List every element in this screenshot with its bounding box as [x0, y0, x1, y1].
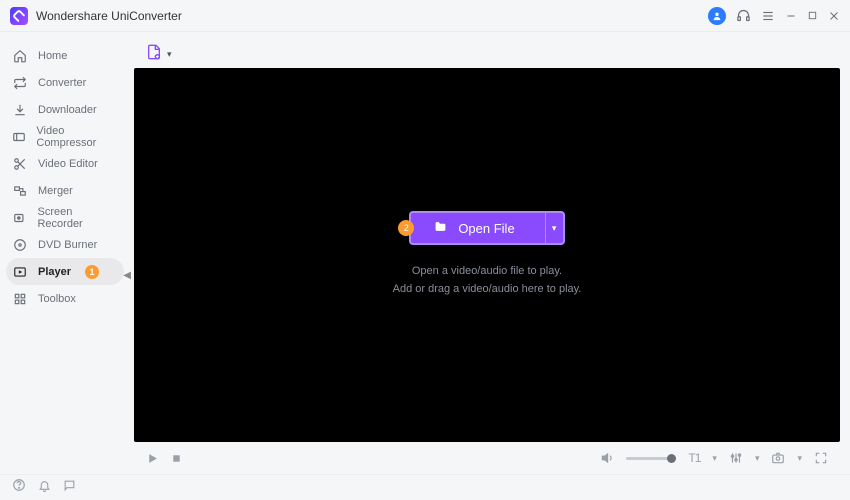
viewer-hint: Open a video/audio file to play. Add or …: [393, 263, 582, 298]
sidebar-item-home[interactable]: Home: [0, 42, 130, 69]
converter-icon: [12, 76, 28, 90]
statusbar: [0, 474, 850, 500]
sidebar-item-recorder[interactable]: Screen Recorder: [0, 204, 130, 231]
home-icon: [12, 49, 28, 63]
player-controls: T1 ▾ ▾ ▾: [134, 442, 840, 474]
merger-icon: [12, 184, 28, 198]
sidebar-item-editor[interactable]: Video Editor: [0, 150, 130, 177]
help-icon[interactable]: [12, 478, 26, 497]
sidebar-item-toolbox[interactable]: Toolbox: [0, 285, 130, 312]
maximize-button[interactable]: [807, 10, 818, 21]
headset-icon[interactable]: [736, 8, 751, 23]
step-marker: 2: [398, 220, 414, 236]
open-file-button-group: Open File ▾: [409, 211, 564, 245]
sidebar-item-compressor[interactable]: Video Compressor: [0, 123, 130, 150]
video-viewer[interactable]: 2 Open File ▾ Open a video/audio file to…: [134, 68, 840, 442]
minimize-button[interactable]: [785, 10, 797, 22]
chevron-down-icon[interactable]: ▾: [755, 453, 760, 464]
download-icon: [12, 103, 28, 117]
sidebar-item-label: Home: [38, 50, 67, 62]
sidebar-badge: 1: [85, 265, 99, 279]
sidebar-item-label: Toolbox: [38, 293, 76, 305]
hint-line: Add or drag a video/audio here to play.: [393, 281, 582, 299]
sidebar: Home Converter Downloader Video Compress…: [0, 32, 130, 474]
volume-slider[interactable]: [626, 457, 676, 460]
chevron-down-icon: ▾: [167, 49, 172, 60]
compressor-icon: [12, 130, 26, 144]
bell-icon[interactable]: [38, 479, 51, 497]
titlebar-actions: [708, 7, 840, 25]
feedback-icon[interactable]: [63, 479, 76, 497]
add-file-button[interactable]: ▾: [146, 43, 172, 66]
chevron-down-icon[interactable]: ▾: [797, 453, 802, 464]
toolbar: ▾: [134, 40, 840, 68]
app-title: Wondershare UniConverter: [36, 9, 708, 23]
open-file-dropdown[interactable]: ▾: [545, 213, 563, 243]
avatar-icon[interactable]: [708, 7, 726, 25]
audio-settings-button[interactable]: [729, 451, 743, 465]
titlebar: Wondershare UniConverter: [0, 0, 850, 32]
disc-icon: [12, 238, 28, 252]
app-logo-icon: [10, 7, 28, 25]
fullscreen-button[interactable]: [814, 451, 828, 465]
sidebar-item-label: Downloader: [38, 104, 97, 116]
sidebar-item-label: Screen Recorder: [37, 206, 118, 230]
main-area: ▾ 2 Open File ▾ Open a video/audio file …: [130, 32, 850, 474]
toolbox-icon: [12, 292, 28, 306]
sidebar-item-merger[interactable]: Merger: [0, 177, 130, 204]
add-document-icon: [146, 43, 162, 66]
sidebar-item-label: Video Editor: [38, 158, 98, 170]
open-file-button[interactable]: Open File: [411, 220, 544, 236]
snapshot-button[interactable]: [771, 451, 785, 465]
sidebar-item-label: Converter: [38, 77, 86, 89]
recorder-icon: [12, 211, 27, 225]
open-file-label: Open File: [458, 221, 514, 236]
sidebar-item-dvd[interactable]: DVD Burner: [0, 231, 130, 258]
sidebar-item-player[interactable]: Player 1: [6, 258, 124, 285]
subtitle-button[interactable]: T1: [688, 451, 700, 465]
folder-icon: [433, 220, 448, 236]
close-button[interactable]: [828, 10, 840, 22]
sidebar-item-label: Merger: [38, 185, 73, 197]
player-icon: [12, 265, 28, 279]
play-button[interactable]: [146, 452, 159, 465]
sidebar-item-downloader[interactable]: Downloader: [0, 96, 130, 123]
volume-icon[interactable]: [600, 451, 614, 465]
sidebar-item-label: Video Compressor: [36, 125, 118, 149]
chevron-down-icon[interactable]: ▾: [712, 453, 717, 464]
sidebar-item-label: DVD Burner: [38, 239, 97, 251]
scissors-icon: [12, 157, 28, 171]
hint-line: Open a video/audio file to play.: [393, 263, 582, 281]
menu-icon[interactable]: [761, 9, 775, 23]
collapse-sidebar-button[interactable]: ◀: [123, 270, 131, 281]
sidebar-item-converter[interactable]: Converter: [0, 69, 130, 96]
stop-button[interactable]: [171, 453, 182, 464]
sidebar-item-label: Player: [38, 266, 71, 278]
